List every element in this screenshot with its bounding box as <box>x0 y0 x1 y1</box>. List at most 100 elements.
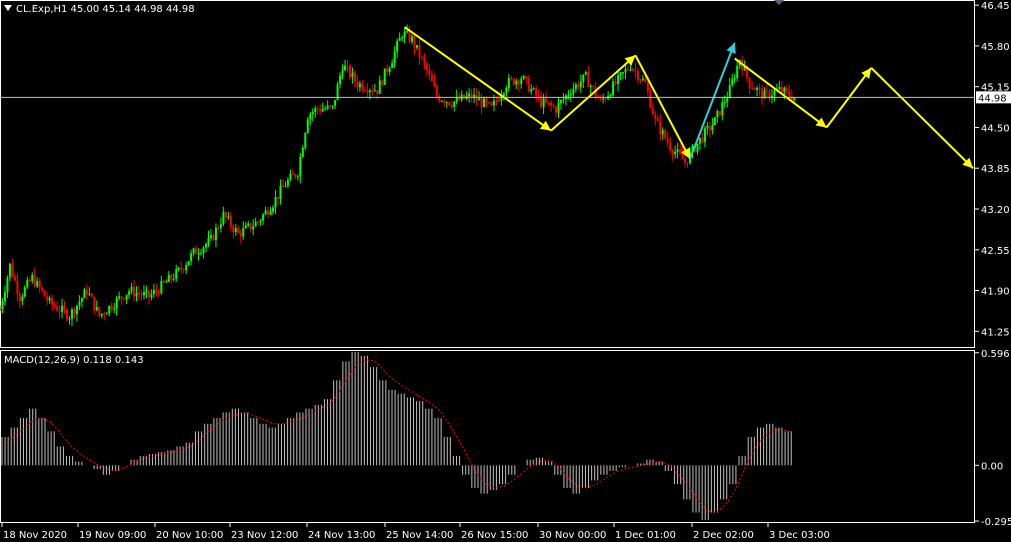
candle-body <box>83 289 86 299</box>
candle-body <box>103 313 106 315</box>
candle-body <box>388 67 391 72</box>
candle-body <box>624 68 627 73</box>
candle-body <box>525 76 528 79</box>
candle-body <box>622 72 625 74</box>
candle-body <box>708 125 711 131</box>
candle-body <box>247 223 250 226</box>
candle-body <box>21 296 24 302</box>
candle-body <box>383 68 386 85</box>
candle-body <box>145 290 148 293</box>
candle-body <box>3 292 6 302</box>
macd-tick-label: 0.00 <box>981 461 1003 472</box>
candle-body <box>537 95 540 97</box>
candle-body <box>731 79 734 86</box>
candle-body <box>66 309 69 320</box>
candle-body <box>559 100 562 104</box>
candle-body <box>765 90 768 92</box>
candle-body <box>411 36 414 42</box>
candle-body <box>279 185 282 199</box>
candle-body <box>88 293 91 295</box>
candle-body <box>167 274 170 282</box>
candle-body <box>408 31 411 42</box>
candle-body <box>676 149 679 152</box>
candle-body <box>252 226 255 230</box>
candle-body <box>582 74 585 82</box>
candle-body <box>512 78 515 85</box>
candle-body <box>180 267 183 270</box>
candle-body <box>224 211 227 218</box>
trading-chart[interactable]: CL.Exp,H1 45.00 45.14 44.98 44.98 MACD(1… <box>0 0 1011 542</box>
candle-body <box>306 119 309 134</box>
candle-body <box>195 248 198 255</box>
candle-body <box>93 296 96 311</box>
candle-body <box>63 305 66 310</box>
time-tick-label: 20 Nov 10:00 <box>156 530 223 541</box>
candle-body <box>185 265 188 271</box>
candle-body <box>286 179 289 187</box>
candle-body <box>177 267 180 270</box>
candle-body <box>406 31 409 33</box>
candle-body <box>277 197 279 199</box>
candle-body <box>28 280 31 282</box>
candle-body <box>651 107 654 115</box>
candle-body <box>326 105 329 109</box>
candle-body <box>319 109 322 112</box>
candle-body <box>356 81 359 88</box>
candle-body <box>376 90 379 94</box>
candle-body <box>413 36 416 48</box>
candle-body <box>483 98 486 107</box>
candle-body <box>443 101 446 103</box>
candle-body <box>269 211 272 215</box>
candle-body <box>758 87 761 89</box>
candle-body <box>68 318 71 320</box>
candle-body <box>713 117 716 126</box>
candle-body <box>8 263 11 278</box>
candle-body <box>262 214 265 221</box>
price-tick-label: 44.50 <box>981 123 1010 134</box>
candle-body <box>128 291 131 295</box>
candle-body <box>495 100 498 102</box>
candle-body <box>736 65 739 79</box>
candle-body <box>634 69 637 71</box>
candle-body <box>115 298 118 309</box>
candle-body <box>272 207 275 212</box>
candle-body <box>205 244 208 248</box>
candle-body <box>584 71 587 75</box>
candle-body <box>26 280 29 288</box>
candle-body <box>557 103 560 113</box>
candle-body <box>604 98 607 100</box>
candle-body <box>706 125 709 129</box>
candle-body <box>53 304 56 307</box>
candle-body <box>656 118 659 122</box>
candle-body <box>162 280 165 283</box>
candle-body <box>339 75 342 85</box>
candle-body <box>381 80 384 85</box>
candle-body <box>90 293 93 297</box>
candle-body <box>440 101 443 103</box>
candle-body <box>703 128 706 142</box>
candle-body <box>721 102 724 116</box>
candle-body <box>617 74 620 84</box>
candle-body <box>281 185 284 187</box>
candle-body <box>31 274 34 282</box>
candle-body <box>547 102 550 104</box>
candle-body <box>574 84 577 89</box>
candle-body <box>505 87 508 94</box>
candle-body <box>545 98 548 103</box>
candle-body <box>18 294 21 302</box>
candle-body <box>202 247 205 253</box>
candle-body <box>654 114 657 119</box>
candle-body <box>346 65 349 67</box>
current-price-label: 44.98 <box>978 93 1007 104</box>
candle-body <box>602 98 605 100</box>
candle-body <box>726 97 729 102</box>
candle-body <box>773 90 776 96</box>
candle-body <box>182 269 185 271</box>
candle-body <box>75 305 78 315</box>
candle-body <box>646 81 649 92</box>
candle-body <box>6 277 9 293</box>
candle-body <box>311 112 314 115</box>
candle-body <box>589 85 592 87</box>
candle-body <box>378 80 381 94</box>
candle-body <box>95 306 98 311</box>
